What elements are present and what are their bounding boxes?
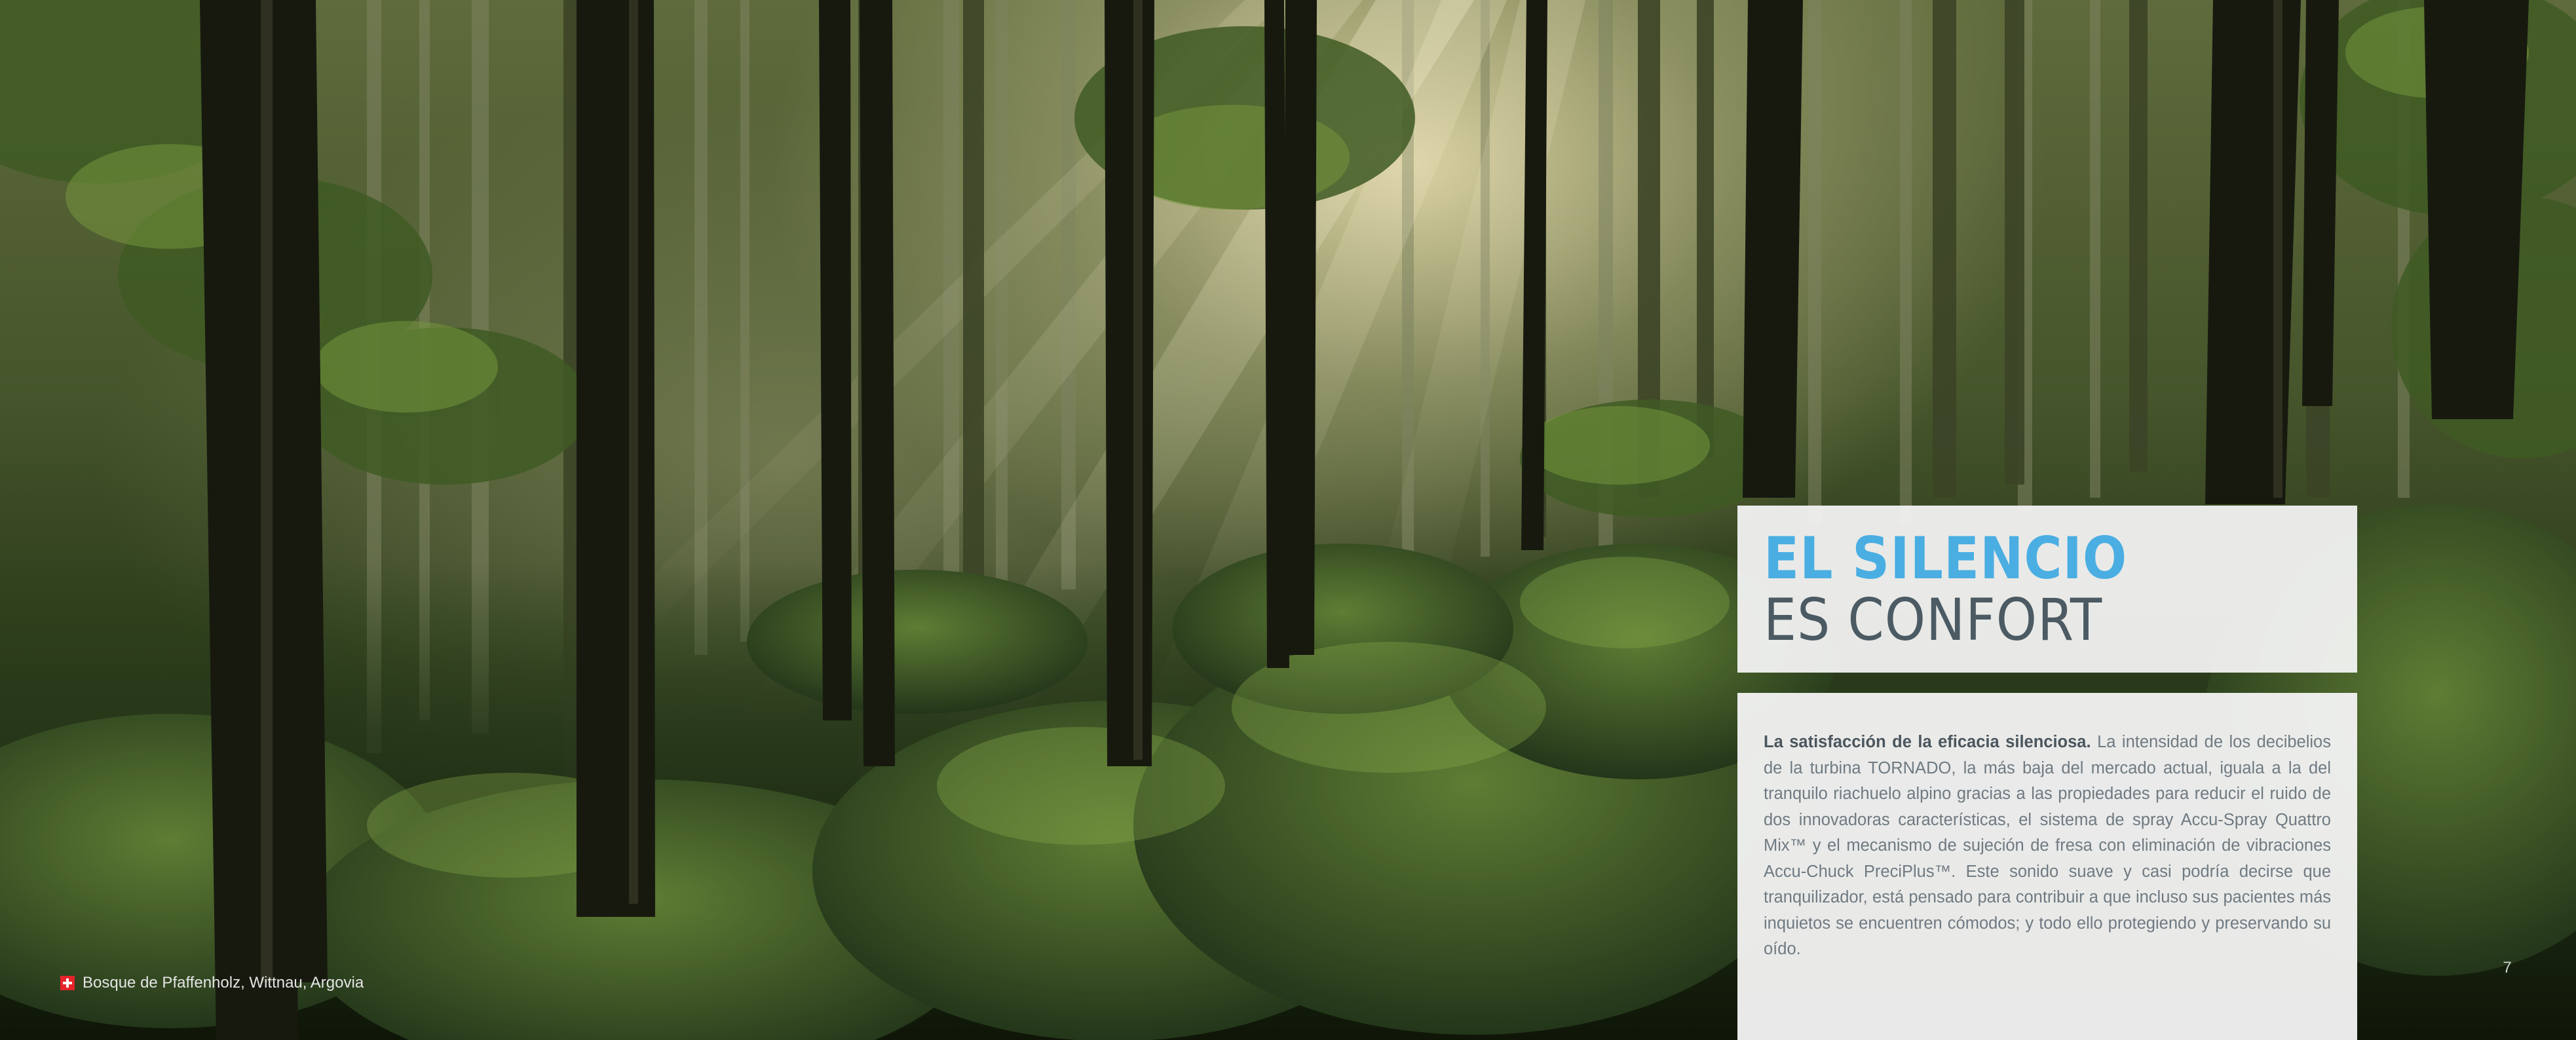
- body-paragraph: La satisfacción de la eficacia silencios…: [1764, 730, 2331, 963]
- heading-panel: EL SILENCIO ES CONFORT: [1737, 506, 2357, 673]
- photo-caption-text: Bosque de Pfaffenholz, Wittnau, Argovia: [83, 974, 364, 992]
- body-lead: La satisfacción de la eficacia silencios…: [1764, 733, 2091, 751]
- page-number: 7: [2503, 959, 2512, 976]
- heading-line-1: EL SILENCIO: [1764, 525, 2128, 592]
- body-panel: La satisfacción de la eficacia silencios…: [1737, 693, 2357, 1040]
- body-text: La intensidad de los decibelios de la tu…: [1764, 733, 2331, 958]
- heading-line-2: ES CONFORT: [1764, 586, 2103, 654]
- photo-caption: Bosque de Pfaffenholz, Wittnau, Argovia: [60, 973, 364, 993]
- swiss-flag-icon: [60, 976, 75, 990]
